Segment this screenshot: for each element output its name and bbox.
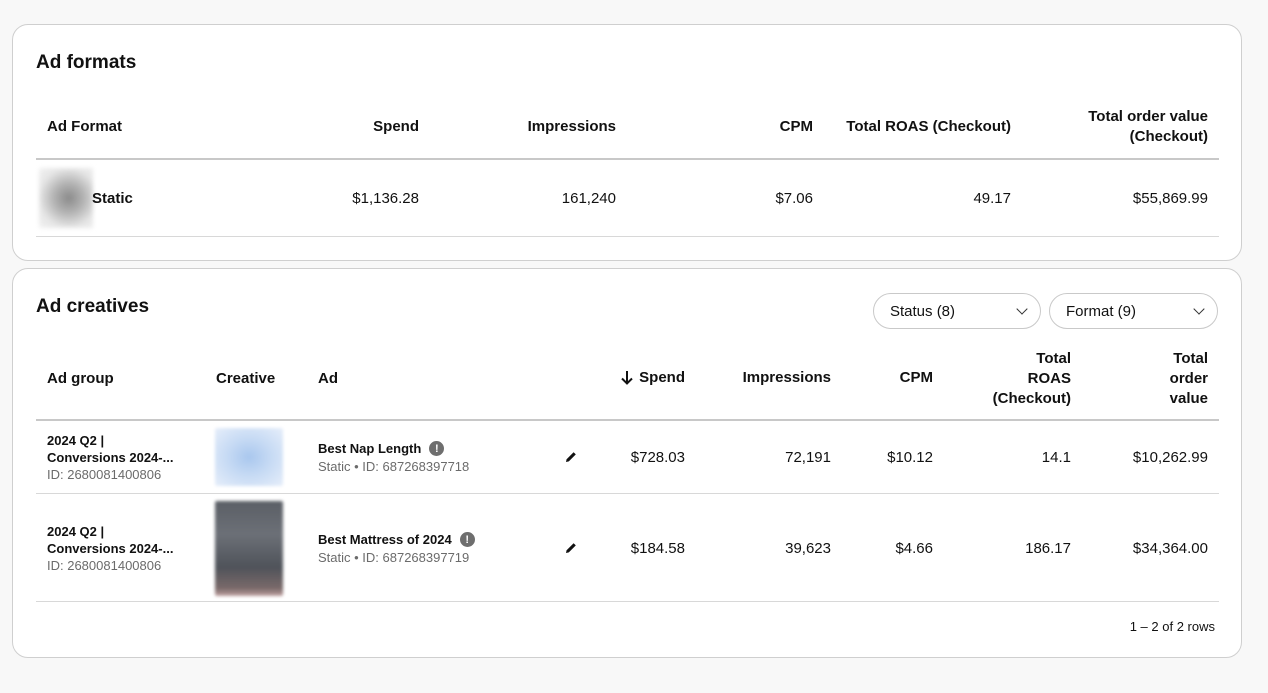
ad-formats-title: Ad formats [36,52,137,73]
ad-subtitle: Static • ID: 687268397718 [318,459,470,474]
creative-thumbnail[interactable] [215,428,283,486]
col-header-roas[interactable]: Total ROAS (Checkout) [831,117,1011,137]
row-divider [36,601,1219,602]
format-order-value: $55,869.99 [1132,190,1208,207]
col-header-order-line1: Total [1173,350,1208,367]
ad-group-name-line1: 2024 Q2 | [47,433,105,448]
col-header-cpm[interactable]: CPM [713,117,813,137]
exclamation-icon[interactable]: ! [429,441,445,456]
format-name: Static [92,190,133,207]
col-header-roas[interactable]: Total ROAS (Checkout) [971,349,1071,409]
pencil-icon[interactable] [564,450,578,464]
format-impressions: 161,240 [561,190,616,207]
row-roas: 14.1 [1041,449,1071,466]
header-divider [36,158,1219,160]
col-header-cpm[interactable]: CPM [853,368,933,388]
ad-name: Best Nap Length [318,441,422,456]
pencil-icon[interactable] [564,541,578,555]
row-divider [36,493,1219,494]
col-header-order-value-line1: Total order value [1088,108,1208,125]
row-cpm: $4.66 [895,540,933,557]
creative-thumbnail[interactable] [215,501,283,596]
col-header-order-value[interactable]: Total order value (Checkout) [1033,107,1208,147]
ad-group-id: ID: 2680081400806 [47,467,162,482]
row-divider [36,236,1219,237]
col-header-impressions[interactable]: Impressions [711,368,831,388]
ad-group-id: ID: 2680081400806 [47,558,162,573]
ad-group-name-line1: 2024 Q2 | [47,524,105,539]
col-header-order-line3: value [1169,390,1208,407]
col-header-spend[interactable]: Spend [319,117,419,137]
format-cpm: $7.06 [775,190,813,207]
ad-subtitle: Static • ID: 687268397719 [318,550,470,565]
status-filter-label: Status (8) [890,302,956,320]
row-spend: $184.58 [630,540,685,557]
header-divider [36,419,1219,421]
chevron-down-icon [1193,303,1205,315]
status-filter-dropdown[interactable]: Status (8) [873,293,1041,329]
format-filter-dropdown[interactable]: Format (9) [1049,293,1218,329]
static-format-thumbnail [39,168,93,228]
row-cpm: $10.12 [887,449,933,466]
col-header-spend[interactable]: Spend [605,368,685,388]
col-header-impressions[interactable]: Impressions [496,117,616,137]
exclamation-icon[interactable]: ! [459,532,475,547]
ad-name-row[interactable]: Best Mattress of 2024 ! [318,532,475,547]
col-header-order-line2: order [1169,370,1208,387]
ad-formats-card: Ad formats Ad Format Spend Impressions C… [12,24,1242,261]
format-spend: $1,136.28 [352,190,419,207]
table-row-ad-group[interactable]: 2024 Q2 | Conversions 2024-... [47,523,197,557]
ad-creatives-card: Ad creatives Status (8) Format (9) Ad gr… [12,268,1242,658]
col-header-order-value[interactable]: Total order value [1108,349,1208,409]
ad-group-name-line2: Conversions 2024-... [47,541,174,556]
ad-creatives-title: Ad creatives [36,296,150,317]
table-row-ad-group[interactable]: 2024 Q2 | Conversions 2024-... [47,432,197,466]
col-header-ad-format[interactable]: Ad Format [47,117,122,137]
row-impressions: 39,623 [785,540,831,557]
col-header-roas-line3: (Checkout) [992,390,1071,407]
col-header-roas-line2: ROAS [1027,370,1071,387]
col-header-creative[interactable]: Creative [216,369,275,389]
col-header-ad-group[interactable]: Ad group [47,369,114,389]
col-header-ad[interactable]: Ad [318,369,338,389]
row-impressions: 72,191 [785,449,831,466]
row-order-value: $10,262.99 [1132,449,1208,466]
ad-name: Best Mattress of 2024 [318,532,452,547]
row-spend: $728.03 [630,449,685,466]
ad-name-row[interactable]: Best Nap Length ! [318,441,445,456]
row-roas: 186.17 [1025,540,1071,557]
row-order-value: $34,364.00 [1132,540,1208,557]
format-filter-label: Format (9) [1066,302,1137,320]
pagination-count: 1 – 2 of 2 rows [1129,619,1215,634]
col-header-roas-line1: Total [1036,350,1071,367]
format-roas: 49.17 [973,190,1011,207]
col-header-order-value-line2: (Checkout) [1129,128,1208,145]
chevron-down-icon [1016,303,1028,315]
ad-group-name-line2: Conversions 2024-... [47,450,174,465]
